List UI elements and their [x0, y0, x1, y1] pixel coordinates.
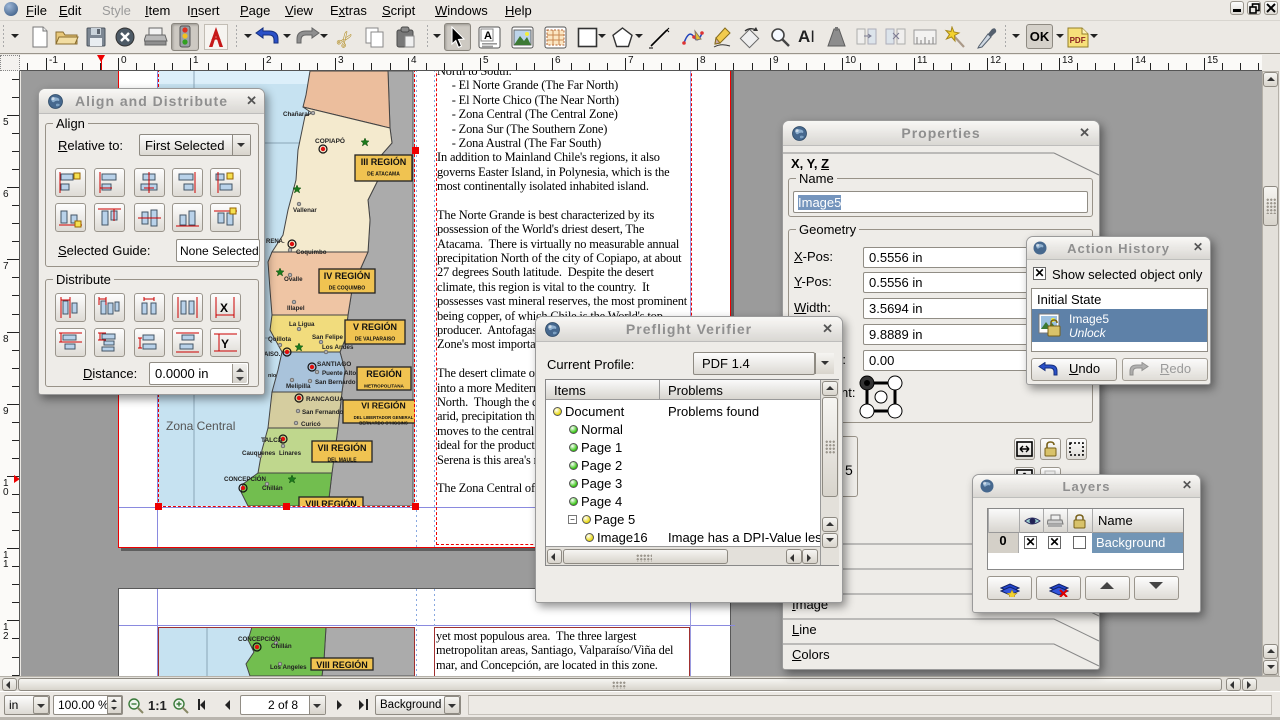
svg-text:PDF: PDF [1070, 36, 1086, 45]
svg-text:A: A [484, 30, 492, 42]
svg-text:Y: Y [221, 337, 229, 351]
svg-text:X: X [220, 301, 228, 315]
